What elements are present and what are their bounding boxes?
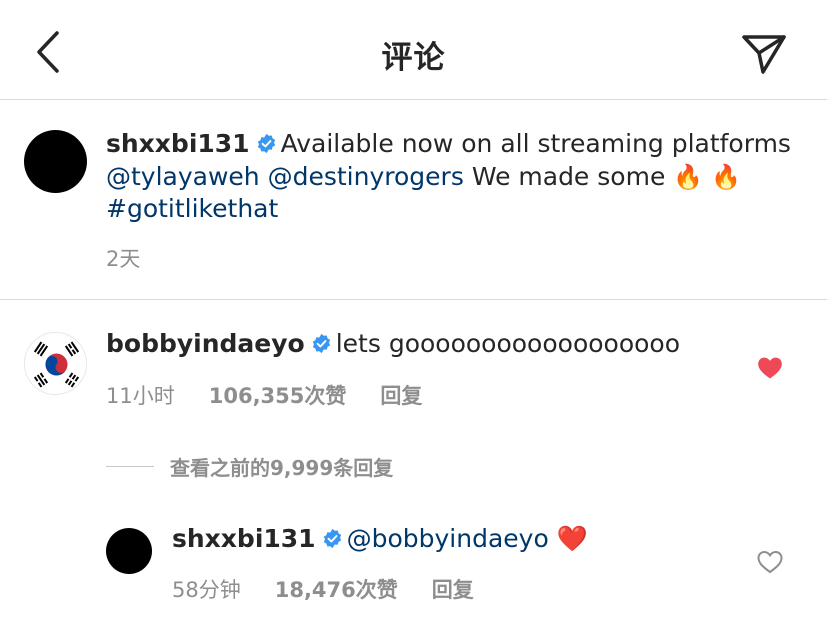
caption-text: shxxbi131 Available now on all streaming … [106, 128, 806, 226]
caption-username[interactable]: shxxbi131 [106, 129, 250, 158]
comment-timestamp: 11小时 [106, 384, 175, 408]
like-count[interactable]: 106,355次赞 [209, 380, 347, 410]
like-button[interactable] [755, 354, 785, 382]
caption-body-2: We made some [471, 161, 666, 191]
reply-item: shxxbi131 @bobbyindaeyo ❤️ 58分钟 18,476次赞 … [0, 510, 827, 623]
fire-emoji: 🔥 [711, 162, 742, 191]
share-button[interactable] [739, 30, 789, 78]
divider [106, 466, 154, 467]
avatar[interactable] [106, 528, 152, 574]
heart-outline-icon [757, 550, 783, 574]
reply-button[interactable]: 回复 [380, 380, 422, 410]
comment-text: bobbyindaeyo lets goooooooooooooooooo [106, 328, 680, 360]
comment-body: lets goooooooooooooooooo [335, 329, 681, 358]
heart-emoji: ❤️ [556, 524, 588, 553]
reply-timestamp: 58分钟 [172, 578, 241, 602]
avatar[interactable] [24, 332, 87, 395]
comment-username[interactable]: bobbyindaeyo [106, 329, 305, 358]
heart-filled-icon [758, 357, 782, 379]
caption-body: Available now on all streaming platforms [280, 129, 791, 158]
page-title: 评论 [381, 40, 446, 76]
avatar[interactable] [24, 130, 87, 193]
korea-flag-icon [25, 333, 86, 394]
mention-link-bobbyindaeyo[interactable]: @bobbyindaeyo [347, 524, 549, 553]
header-bar: 评论 [0, 0, 827, 100]
view-replies-label: 查看之前的9,999条回复 [170, 456, 394, 480]
fire-emoji: 🔥 [673, 162, 704, 191]
verified-badge-icon [257, 133, 275, 154]
caption-timestamp: 2天 [106, 247, 141, 271]
verified-badge-icon [312, 333, 330, 354]
like-count[interactable]: 18,476次赞 [275, 574, 398, 604]
mention-link-destinyrogers[interactable]: @destinyrogers [268, 162, 464, 191]
paper-plane-icon [742, 35, 786, 74]
verified-badge-icon [323, 528, 341, 549]
view-previous-replies-button[interactable]: 查看之前的9,999条回复 [106, 452, 393, 481]
comment-item: bobbyindaeyo lets goooooooooooooooooo 11小… [0, 300, 827, 430]
reply-text: shxxbi131 @bobbyindaeyo ❤️ [172, 523, 588, 555]
hashtag-link[interactable]: #gotitlikethat [106, 194, 278, 223]
reply-button[interactable]: 回复 [432, 574, 474, 604]
mention-link-tylayaweh[interactable]: @tylayaweh [106, 162, 260, 191]
comment-meta: 11小时 106,355次赞 回复 [106, 380, 422, 410]
reply-username[interactable]: shxxbi131 [172, 524, 316, 553]
post-caption: shxxbi131 Available now on all streaming … [0, 100, 827, 300]
like-button[interactable] [755, 548, 785, 576]
reply-meta: 58分钟 18,476次赞 回复 [172, 574, 474, 604]
